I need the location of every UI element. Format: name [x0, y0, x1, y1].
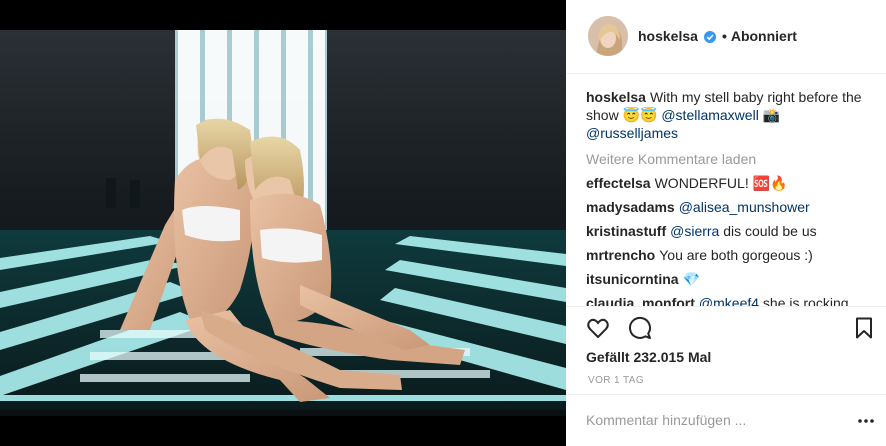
avatar-image	[588, 16, 628, 56]
caption-mention-stellamaxwell[interactable]: @stellamaxwell	[661, 107, 758, 123]
comment-username[interactable]: claudia_monfort	[586, 295, 695, 306]
list-item: mrtrencho You are both gorgeous :)	[586, 246, 876, 264]
comment-mention[interactable]: @sierra	[670, 223, 719, 239]
photo-illustration	[0, 30, 566, 416]
divider	[566, 306, 886, 307]
post-timestamp: VOR 1 TAG	[588, 375, 645, 386]
comment-username[interactable]: itsunicorntina	[586, 271, 679, 287]
heart-outline-icon[interactable]	[586, 316, 610, 340]
post-media-area	[0, 0, 566, 446]
header-separator: •	[721, 28, 727, 44]
post-username[interactable]: hoskelsa	[638, 28, 698, 44]
post-actions-bar	[586, 316, 876, 342]
comment-username[interactable]: madysadams	[586, 199, 675, 215]
caption-username[interactable]: hoskelsa	[586, 89, 646, 105]
caption-emoji: 😇😇	[622, 107, 658, 123]
likes-count[interactable]: Gefällt 232.015 Mal	[586, 349, 711, 365]
comment-text: You are both gorgeous :)	[659, 247, 813, 263]
caption-mention-russelljames[interactable]: @russelljames	[586, 125, 678, 141]
ellipsis-icon[interactable]	[856, 414, 876, 426]
add-comment-input[interactable]	[586, 410, 826, 430]
comments-list: hoskelsa With my stell baby right before …	[586, 88, 876, 306]
post-header: hoskelsa • Abonniert	[566, 0, 886, 74]
post-photo[interactable]	[0, 30, 566, 416]
comment-mention[interactable]: @alisea_munshower	[679, 199, 810, 215]
comment-username[interactable]: mrtrencho	[586, 247, 655, 263]
comment-text: 💎	[682, 271, 700, 287]
verified-badge-icon	[703, 30, 716, 43]
follow-status-button[interactable]: Abonniert	[731, 28, 797, 44]
comment-username[interactable]: effectelsa	[586, 175, 651, 191]
list-item: itsunicorntina 💎	[586, 270, 876, 288]
list-item: madysadams @alisea_munshower	[586, 198, 876, 216]
comment-text: she is rocking	[759, 295, 849, 306]
camera-emoji: 📸	[762, 107, 781, 123]
post-caption: hoskelsa With my stell baby right before …	[586, 88, 876, 142]
list-item: claudia_monfort @mkeef4 she is rocking	[586, 294, 876, 306]
load-more-comments-button[interactable]: Weitere Kommentare laden	[586, 150, 876, 168]
divider	[566, 394, 886, 395]
comment-mention[interactable]: @mkeef4	[699, 295, 759, 306]
speech-bubble-icon[interactable]	[628, 316, 652, 340]
bookmark-icon[interactable]	[852, 316, 876, 340]
list-item: effectelsa WONDERFUL! 🆘🔥	[586, 174, 876, 192]
avatar[interactable]	[588, 16, 628, 56]
comment-username[interactable]: kristinastuff	[586, 223, 666, 239]
comment-text: dis could be us	[719, 223, 817, 239]
comment-text: WONDERFUL! 🆘🔥	[654, 175, 788, 191]
post-details-panel: hoskelsa • Abonniert hoskelsa With my ste…	[566, 0, 886, 446]
list-item: kristinastuff @sierra dis could be us	[586, 222, 876, 240]
